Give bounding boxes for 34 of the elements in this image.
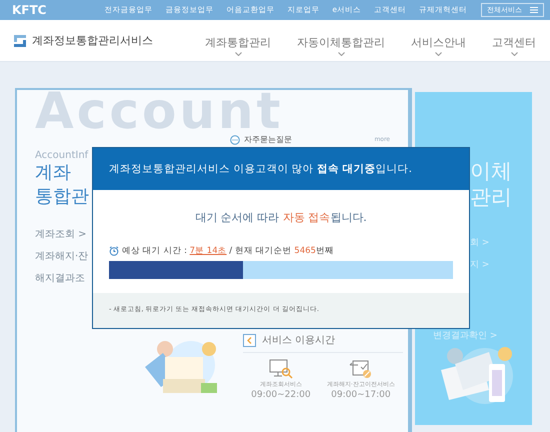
- menu-link[interactable]: 해지결과조: [35, 271, 85, 285]
- auto-connect-message: 대기 순서에 따라 자동 접속됩니다.: [194, 210, 368, 225]
- site-title[interactable]: 계좌정보통합관리서비스: [32, 33, 153, 48]
- menu-link[interactable]: 계좌해지·잔: [35, 249, 88, 263]
- nav-item[interactable]: 고객센터: [492, 35, 536, 50]
- section-subtitle: AccountInf: [35, 150, 88, 161]
- menu-icon: [530, 7, 538, 13]
- chevron-down-icon: [435, 52, 442, 56]
- service-hours: 09:00~17:00: [331, 390, 391, 400]
- nav-item[interactable]: 계좌통합관리: [205, 35, 271, 50]
- checklist-cancel-icon: [348, 359, 373, 379]
- monitor-search-icon: [268, 359, 293, 379]
- chevron-down-icon: [234, 52, 242, 56]
- section-heading: 통합관: [35, 185, 89, 209]
- section-heading: 계좌: [35, 161, 71, 185]
- section-heading: 이체: [470, 158, 513, 184]
- menu-link[interactable]: 회 >: [470, 236, 532, 249]
- section-heading: 관리: [470, 184, 513, 210]
- nav-item[interactable]: 자동이체통합관리: [297, 35, 385, 50]
- wait-info: 예상 대기 시간 : 7분 14초 / 현재 대기순번 5465번째: [122, 245, 334, 257]
- menu-link[interactable]: 계좌조회 >: [35, 227, 87, 241]
- alarm-clock-icon: [109, 246, 119, 256]
- chevron-down-icon: [338, 52, 344, 56]
- dialog-title: 계좌정보통합관리서비스 이용고객이 많아 접속 대기중입니다.: [109, 162, 412, 176]
- brand-logo[interactable]: KFTC: [12, 3, 46, 17]
- menu-link[interactable]: 변경결과확인 >: [433, 329, 532, 342]
- chevron-down-icon: [510, 52, 518, 56]
- logo-icon[interactable]: [14, 34, 26, 46]
- faq-label[interactable]: 자주묻는질문: [244, 134, 292, 145]
- nav-item[interactable]: 서비스안내: [411, 35, 466, 50]
- menu-link[interactable]: 지 >: [470, 258, 532, 271]
- service-hours: 09:00~22:00: [251, 390, 311, 400]
- speech-bubble-icon: [230, 134, 240, 144]
- hours-title: 서비스 이용시간: [262, 334, 336, 347]
